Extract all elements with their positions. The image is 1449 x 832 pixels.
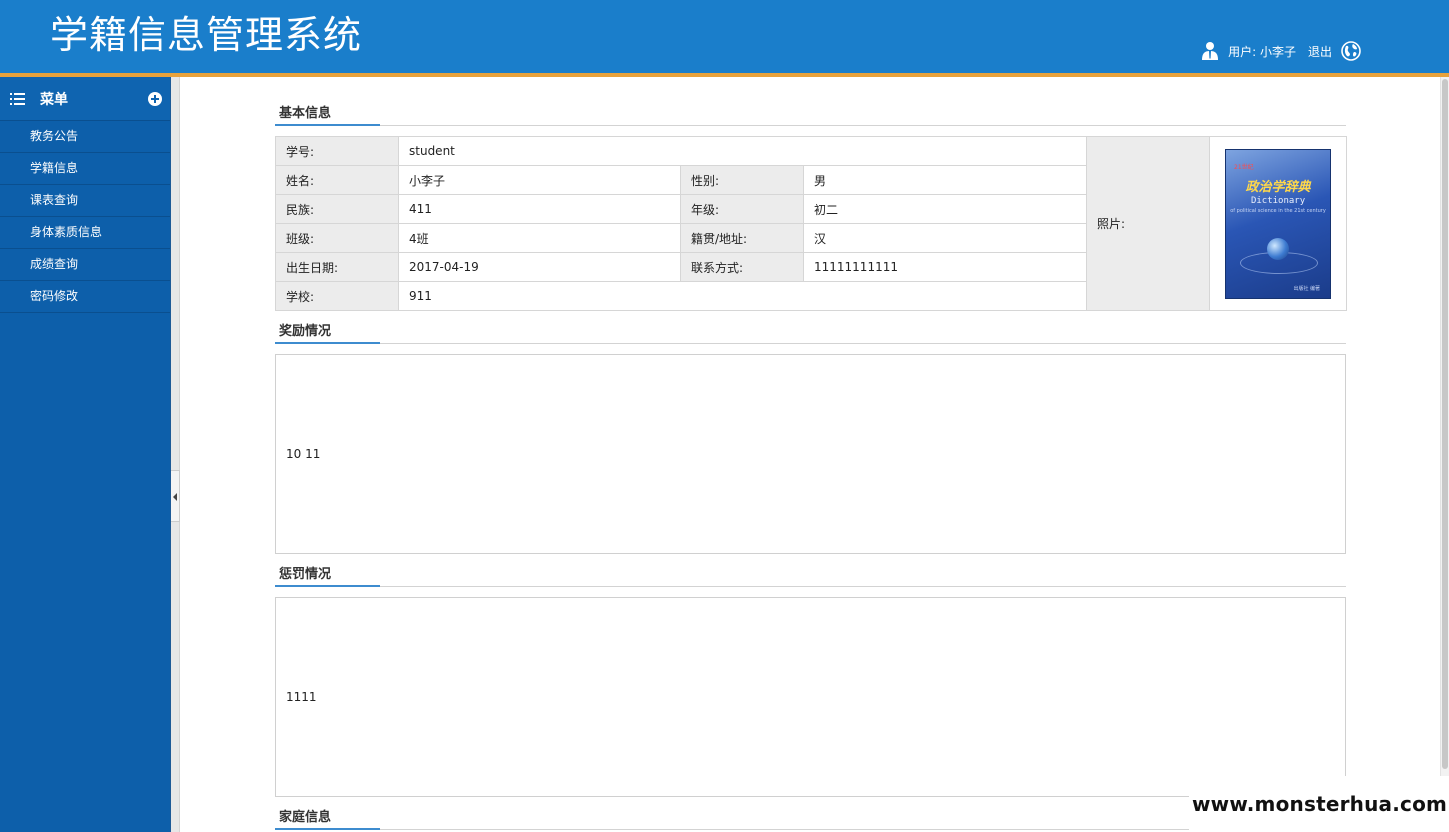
scrollbar-thumb[interactable] — [1442, 79, 1448, 769]
gender-value: 男 — [802, 165, 1088, 195]
watermark: www.monsterhua.com — [1189, 776, 1449, 832]
sidebar-splitter[interactable] — [170, 77, 180, 832]
name-value: 小李子 — [398, 165, 681, 195]
section-punishments: 惩罚情况 — [275, 565, 1346, 587]
sidebar-item-grades[interactable]: 成绩查询 — [0, 249, 170, 281]
user-area: 用户: 小李子 退出 — [1201, 41, 1361, 61]
section-rewards: 奖励情况 — [275, 322, 1346, 344]
origin-value: 汉 — [802, 223, 1088, 253]
section-basic-info: 基本信息 — [275, 104, 1346, 126]
birth-date-label: 出生日期: — [275, 252, 399, 282]
sidebar-heading: 菜单 — [40, 91, 68, 108]
photo-book-en-title: Dictionary — [1250, 195, 1306, 206]
origin-label: 籍贯/地址: — [680, 223, 804, 253]
section-title-punishments: 惩罚情况 — [275, 565, 380, 587]
ethnicity-value: 411 — [398, 194, 681, 224]
vertical-scrollbar[interactable] — [1440, 77, 1449, 832]
student-photo: 21世纪 政治学辞典 Dictionary of political scien… — [1225, 148, 1332, 299]
gender-label: 性别: — [680, 165, 804, 195]
photo-book-author: 出版社 编著 — [1293, 285, 1321, 292]
main-content: 基本信息 学号: student 照片: 21世纪 政治学辞典 Dictiona… — [181, 77, 1440, 832]
sidebar-collapse-handle[interactable] — [171, 470, 180, 522]
globe-icon[interactable] — [1341, 41, 1361, 61]
top-header: 学籍信息管理系统 用户: 小李子 退出 — [0, 0, 1449, 73]
school-label: 学校: — [275, 281, 399, 311]
current-user-label: 用户: 小李子 — [1228, 44, 1296, 59]
class-value: 4班 — [398, 223, 681, 253]
collapse-left-icon — [173, 493, 177, 501]
list-icon — [10, 92, 26, 106]
punishments-box: 1111 — [275, 597, 1346, 797]
grade-label: 年级: — [680, 194, 804, 224]
student-id-label: 学号: — [275, 136, 399, 166]
student-id-value: student — [397, 136, 1088, 166]
photo-book-title: 政治学辞典 — [1245, 179, 1311, 195]
contact-value: 11111111111 — [802, 252, 1088, 282]
photo-label: 照片: — [1086, 136, 1211, 311]
photo-book-top-text: 21世纪 — [1234, 163, 1254, 171]
section-family: 家庭信息 — [275, 808, 1346, 830]
basic-info-table: 学号: student 照片: 21世纪 政治学辞典 Dictionary of… — [275, 136, 1348, 311]
rewards-box: 10 11 — [275, 354, 1346, 554]
class-label: 班级: — [275, 223, 399, 253]
sidebar-item-announcements[interactable]: 教务公告 — [0, 121, 170, 153]
section-title-basic-info: 基本信息 — [275, 104, 380, 126]
birth-date-value: 2017-04-19 — [398, 252, 681, 282]
sidebar-item-change-password[interactable]: 密码修改 — [0, 281, 170, 313]
logout-link[interactable]: 退出 — [1308, 43, 1332, 60]
contact-label: 联系方式: — [680, 252, 804, 282]
sidebar: 菜单 教务公告 学籍信息 课表查询 身体素质信息 成绩查询 密码修改 — [0, 77, 170, 832]
user-icon — [1201, 41, 1219, 61]
sidebar-item-timetable[interactable]: 课表查询 — [0, 185, 170, 217]
sidebar-item-fitness-info[interactable]: 身体素质信息 — [0, 217, 170, 249]
sidebar-item-student-info[interactable]: 学籍信息 — [0, 153, 170, 185]
rewards-content: 10 11 — [286, 447, 321, 461]
section-title-rewards: 奖励情况 — [275, 322, 380, 344]
ethnicity-label: 民族: — [275, 194, 399, 224]
section-title-family: 家庭信息 — [275, 808, 380, 830]
punishments-content: 1111 — [286, 690, 317, 704]
grade-value: 初二 — [802, 194, 1088, 224]
sidebar-header[interactable]: 菜单 — [0, 77, 170, 121]
school-value: 911 — [397, 281, 1088, 311]
photo-cell: 21世纪 政治学辞典 Dictionary of political scien… — [1209, 136, 1348, 311]
photo-book-en-subtitle: of political science in the 21st century — [1230, 207, 1326, 214]
watermark-text: www.monsterhua.com — [1192, 792, 1448, 816]
photo-book-globe — [1267, 237, 1290, 260]
plus-circle-icon[interactable] — [148, 92, 162, 106]
app-title: 学籍信息管理系统 — [50, 13, 363, 57]
name-label: 姓名: — [275, 165, 399, 195]
